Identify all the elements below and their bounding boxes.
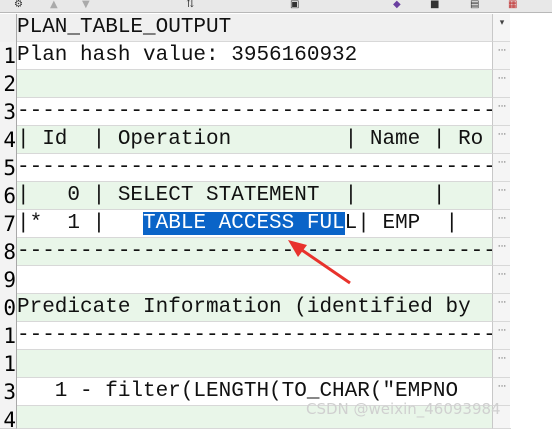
grid-cell[interactable] [17, 70, 492, 98]
grid-cell[interactable]: ----------------------------------------… [17, 238, 492, 266]
cell-ellipsis-button[interactable]: ··· [492, 70, 511, 98]
cell-ellipsis-button[interactable]: ··· [492, 182, 511, 210]
row-number: 9 [0, 266, 17, 295]
row-number: 5 [0, 154, 17, 183]
row-number: 7 [0, 210, 17, 239]
down-arrow-icon[interactable]: ▼ [82, 0, 90, 10]
cell-ellipsis-button[interactable]: ··· [492, 238, 511, 266]
table-row[interactable]: 7 |* 1 | TABLE ACCESS FULL| EMP | ··· [0, 210, 511, 239]
table-row[interactable]: 0 Predicate Information (identified by ·… [0, 294, 511, 323]
grid-header: PLAN_TABLE_OUTPUT ▾ [0, 14, 511, 43]
grid-cell[interactable]: ----------------------------------------… [17, 322, 492, 350]
cell-ellipsis-button[interactable]: ··· [492, 322, 511, 350]
grid-cell[interactable]: Plan hash value: 3956160932 [17, 42, 492, 70]
column-header-plan-table-output[interactable]: PLAN_TABLE_OUTPUT [17, 14, 492, 42]
grid-cell[interactable]: |* 1 | TABLE ACCESS FULL| EMP | [17, 210, 492, 238]
table-row[interactable]: 3 --------------------------------------… [0, 98, 511, 127]
export-icon[interactable]: ⇅ [186, 0, 194, 10]
cell-ellipsis-button[interactable]: ··· [492, 350, 511, 378]
watermark: CSDN @weixin_46093984 [306, 400, 501, 418]
table-row[interactable]: 8 --------------------------------------… [0, 238, 511, 267]
row-number-header [0, 14, 17, 43]
row-number: 8 [0, 238, 17, 267]
table-row[interactable]: 4 | Id | Operation | Name | Ro ··· [0, 126, 511, 155]
row-number: 2 [0, 70, 17, 99]
find-icon[interactable]: ▣ [290, 0, 299, 10]
row-number: 6 [0, 182, 17, 211]
grid-cell[interactable] [17, 266, 492, 294]
row-number: 3 [0, 378, 17, 407]
cell-ellipsis-button[interactable]: ··· [492, 154, 511, 182]
grid-cell[interactable]: Predicate Information (identified by [17, 294, 492, 322]
row-number: 3 [0, 98, 17, 127]
cell-text-prefix: |* 1 | [17, 212, 144, 235]
row-number: 1 [0, 42, 17, 71]
row-number: 4 [0, 126, 17, 155]
table-row[interactable]: 1 --------------------------------------… [0, 322, 511, 351]
row-number: 0 [0, 294, 17, 323]
chart-icon[interactable]: ▦ [508, 0, 517, 10]
cell-ellipsis-button[interactable]: ··· [492, 266, 511, 294]
cell-ellipsis-button[interactable]: ··· [492, 210, 511, 238]
cell-ellipsis-button[interactable]: ··· [492, 294, 511, 322]
table-row[interactable]: 5 --------------------------------------… [0, 154, 511, 183]
print-icon[interactable]: ▤ [470, 0, 479, 10]
column-header-ellipsis[interactable]: ▾ [492, 14, 511, 42]
grid-cell[interactable]: ----------------------------------------… [17, 154, 492, 182]
cell-text-suffix: L| EMP | [344, 212, 459, 235]
table-row[interactable]: 6 | 0 | SELECT STATEMENT | | ··· [0, 182, 511, 211]
table-row[interactable]: 1 Plan hash value: 3956160932 ··· [0, 42, 511, 71]
empty-right-area [510, 14, 552, 428]
grid-cell[interactable]: | Id | Operation | Name | Ro [17, 126, 492, 154]
settings-icon[interactable]: ⚙ [14, 0, 23, 10]
cell-ellipsis-button[interactable]: ··· [492, 126, 511, 154]
bookmark-icon[interactable]: ◆ [393, 0, 401, 10]
toolbar: ⚙ ▲ ▼ ⇅ ▣ ◆ ■ ▤ ▦ [0, 0, 552, 13]
selected-text[interactable]: TABLE ACCESS FUL [143, 212, 345, 235]
table-row[interactable]: 1 ··· [0, 350, 511, 379]
grid-cell[interactable]: ----------------------------------------… [17, 98, 492, 126]
row-number: 1 [0, 322, 17, 351]
row-number: 4 [0, 406, 17, 429]
table-row[interactable]: 9 ··· [0, 266, 511, 295]
cell-ellipsis-button[interactable]: ··· [492, 98, 511, 126]
save-icon[interactable]: ■ [430, 0, 439, 10]
cell-ellipsis-button[interactable]: ··· [492, 42, 511, 70]
grid-cell[interactable]: | 0 | SELECT STATEMENT | | [17, 182, 492, 210]
table-row[interactable]: 2 ··· [0, 70, 511, 99]
grid-cell[interactable] [17, 350, 492, 378]
row-number: 1 [0, 350, 17, 379]
up-arrow-icon[interactable]: ▲ [50, 0, 58, 10]
